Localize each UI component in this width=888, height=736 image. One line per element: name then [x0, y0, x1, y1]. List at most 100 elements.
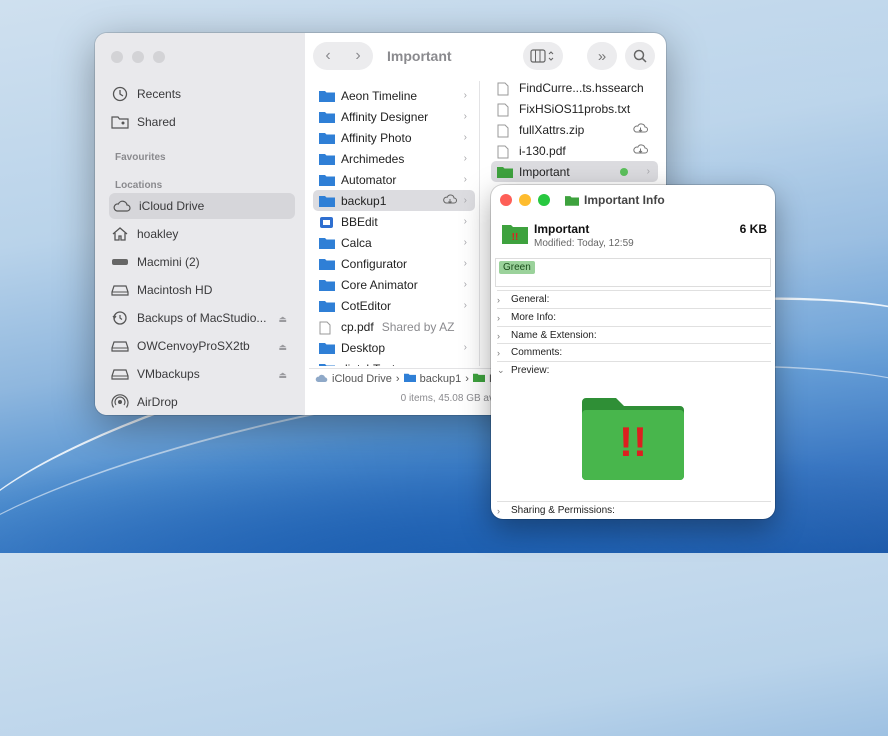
- modified-date: Modified: Today, 12:59: [534, 238, 634, 249]
- sidebar-item-recents[interactable]: Recents: [111, 81, 181, 107]
- list-item-label: Aeon Timeline: [341, 88, 418, 103]
- window-title: Important: [387, 48, 452, 64]
- path-item[interactable]: backup1: [420, 373, 462, 385]
- list-item[interactable]: CotEditor ›: [313, 295, 475, 316]
- chevron-right-icon: ›: [497, 330, 500, 341]
- list-item[interactable]: Core Animator ›: [313, 274, 475, 295]
- section-name-extension[interactable]: › Name & Extension:: [497, 326, 771, 344]
- list-item[interactable]: Calca ›: [313, 232, 475, 253]
- sidebar-item-owcenvoy[interactable]: OWCenvoyProSX2tb: [111, 333, 250, 359]
- list-item[interactable]: fullXattrs.zip: [491, 119, 658, 140]
- sidebar-item-label: hoakley: [137, 227, 179, 241]
- section-preview[interactable]: ⌄ Preview:: [497, 361, 771, 379]
- sidebar-item-label: Recents: [137, 87, 182, 101]
- timemachine-icon: [111, 309, 129, 327]
- eject-icon[interactable]: ⏏: [278, 370, 287, 381]
- back-icon[interactable]: ‹: [325, 47, 330, 65]
- cloud-icon: [113, 197, 131, 215]
- list-item[interactable]: Desktop ›: [313, 337, 475, 358]
- sidebar-item-icloud-drive[interactable]: iCloud Drive: [109, 193, 295, 219]
- window-controls: [111, 51, 165, 63]
- folder-icon: [319, 363, 335, 366]
- list-item[interactable]: Affinity Photo ›: [313, 127, 475, 148]
- sidebar-item-macmini[interactable]: Macmini (2): [111, 249, 200, 275]
- sidebar-item-backups[interactable]: Backups of MacStudio...: [111, 305, 291, 331]
- path-item[interactable]: iCloud Drive: [332, 373, 392, 385]
- section-comments[interactable]: › Comments:: [497, 343, 771, 361]
- minimize-button[interactable]: [519, 194, 531, 206]
- item-size: 6 KB: [739, 222, 767, 236]
- list-item[interactable]: Automator ›: [313, 169, 475, 190]
- list-item[interactable]: Archimedes ›: [313, 148, 475, 169]
- eject-icon[interactable]: ⏏: [278, 342, 287, 353]
- shared-folder-icon: [111, 113, 129, 131]
- list-item-label: Affinity Photo: [341, 130, 412, 145]
- sidebar-item-hoakley[interactable]: hoakley: [111, 221, 178, 247]
- chevron-double-icon: »: [597, 47, 607, 65]
- more-toolbar-button[interactable]: »: [587, 42, 617, 70]
- list-item-label: cp.pdf: [341, 319, 374, 334]
- sidebar-item-label: AirDrop: [137, 395, 178, 409]
- sidebar-item-label: Macintosh HD: [137, 283, 213, 297]
- chevron-right-icon: ›: [465, 373, 469, 385]
- chevron-right-icon: ›: [463, 174, 467, 185]
- sidebar-item-shared[interactable]: Shared: [111, 109, 176, 135]
- list-item[interactable]: FindCurre...ts.hssearch: [491, 77, 658, 98]
- app-folder-icon: [319, 216, 335, 228]
- zoom-button[interactable]: [538, 194, 550, 206]
- list-item[interactable]: Affinity Designer ›: [313, 106, 475, 127]
- drive-icon: [111, 337, 129, 355]
- preview-glyph: !!: [619, 418, 647, 465]
- eject-icon[interactable]: ⏏: [278, 314, 287, 325]
- section-general[interactable]: › General:: [497, 290, 771, 308]
- green-folder-icon: [497, 166, 513, 178]
- list-item[interactable]: BBEdit ›: [313, 211, 475, 232]
- list-item-label: Affinity Designer: [341, 109, 429, 124]
- status-bar: 0 items, 45.08 GB av: [400, 393, 494, 404]
- chevron-right-icon: ›: [497, 505, 500, 516]
- list-item-label: Configurator: [341, 256, 408, 271]
- chevron-right-icon: ›: [463, 153, 467, 164]
- list-item-label: dintchTests: [341, 362, 401, 367]
- sidebar-item-airdrop[interactable]: AirDrop: [111, 389, 178, 415]
- sidebar-item-vmbackups[interactable]: VMbackups: [111, 361, 200, 387]
- list-item[interactable]: FixHSiOS11probs.txt: [491, 98, 658, 119]
- section-more-info[interactable]: › More Info:: [497, 308, 771, 326]
- document-icon: [497, 82, 513, 95]
- chevron-right-icon: ›: [463, 258, 467, 269]
- nav-buttons: ‹ ›: [313, 42, 373, 70]
- section-label: Name & Extension:: [511, 330, 597, 341]
- list-item[interactable]: Configurator ›: [313, 253, 475, 274]
- list-item-selected[interactable]: Important ›: [491, 161, 658, 182]
- section-sharing-permissions[interactable]: › Sharing & Permissions:: [497, 501, 771, 519]
- close-button[interactable]: [500, 194, 512, 206]
- sidebar-item-label: iCloud Drive: [139, 199, 205, 213]
- list-item-selected[interactable]: backup1 ›: [313, 190, 475, 211]
- list-item[interactable]: i-130.pdf: [491, 140, 658, 161]
- cloud-download-icon[interactable]: [633, 143, 648, 158]
- list-item[interactable]: Aeon Timeline ›: [313, 85, 475, 106]
- folder-icon: [319, 300, 335, 312]
- list-item-label: FindCurre...ts.hssearch: [519, 80, 644, 95]
- folder-icon: [319, 153, 335, 165]
- zoom-button[interactable]: [153, 51, 165, 63]
- home-icon: [111, 225, 129, 243]
- close-button[interactable]: [111, 51, 123, 63]
- chevron-right-icon: ›: [463, 237, 467, 248]
- cloud-download-icon[interactable]: [633, 122, 648, 137]
- list-item[interactable]: dintchTests: [313, 358, 475, 366]
- sidebar-item-macintosh-hd[interactable]: Macintosh HD: [111, 277, 212, 303]
- window-controls: [500, 194, 550, 206]
- list-item-label: FixHSiOS11probs.txt: [519, 101, 631, 116]
- tag-chip[interactable]: Green: [499, 261, 535, 274]
- list-item-label: BBEdit: [341, 214, 378, 229]
- search-button[interactable]: [625, 42, 655, 70]
- svg-text:!!: !!: [512, 232, 519, 243]
- list-item[interactable]: cp.pdf Shared by AZ: [313, 316, 475, 337]
- shared-by-label: Shared by AZ: [381, 319, 455, 334]
- tags-field[interactable]: Green: [495, 258, 771, 287]
- view-mode-button[interactable]: [523, 42, 563, 70]
- minimize-button[interactable]: [132, 51, 144, 63]
- forward-icon[interactable]: ›: [355, 47, 360, 65]
- green-folder-icon: !!: [502, 225, 528, 244]
